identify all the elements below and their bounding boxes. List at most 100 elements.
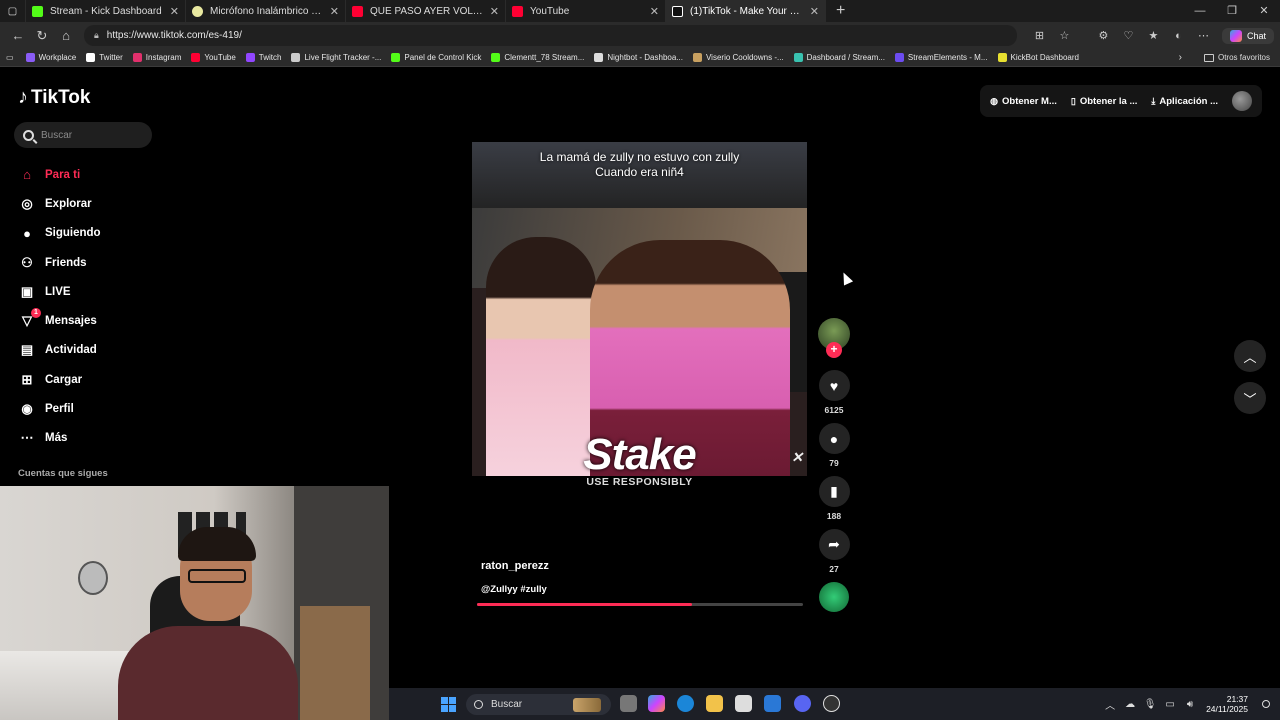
- sidebar-item-perfil[interactable]: ◉ Perfil: [18, 394, 101, 423]
- bookmarks-bar: ▭ Workplace Twitter Instagram YouTube Twitch…: [0, 49, 1280, 67]
- tab-youtube[interactable]: YouTube ✕: [506, 0, 666, 22]
- close-icon[interactable]: ✕: [810, 5, 819, 18]
- restore-button[interactable]: ❐: [1216, 0, 1248, 22]
- coin-icon: ◍: [990, 95, 998, 106]
- volume-icon[interactable]: 🔊︎: [1180, 699, 1200, 710]
- tab-tiktok[interactable]: (1)TikTok - Make Your Day ✕: [666, 0, 826, 22]
- minimize-button[interactable]: —: [1184, 0, 1216, 22]
- tab-microphone[interactable]: Micrófono Inalámbrico Lavalier H ✕: [186, 0, 346, 22]
- bookmark-item[interactable]: Nightbot - Dashboa...: [594, 53, 683, 62]
- chevron-right-icon[interactable]: ›: [1179, 52, 1182, 63]
- bookmark-item[interactable]: Instagram: [132, 53, 181, 62]
- get-coins-button[interactable]: ◍ Obtener M...: [990, 96, 1057, 107]
- bookmark-item[interactable]: Panel de Control Kick: [391, 53, 481, 62]
- bookmark-item[interactable]: Twitter: [86, 53, 123, 62]
- microphone-icon[interactable]: 🎙︎: [1140, 699, 1160, 710]
- sidebar-item-siguiendo[interactable]: ● Siguiendo: [18, 219, 101, 248]
- share-button[interactable]: ➦ 27: [818, 529, 850, 574]
- chevron-up-icon[interactable]: ︿: [1100, 697, 1120, 712]
- video-caption: La mamá de zully no estuvo con zully Cua…: [539, 150, 740, 179]
- sidebar-item-friends[interactable]: ⚇ Friends: [18, 248, 101, 277]
- sidebar-item-cargar[interactable]: ⊞ Cargar: [18, 365, 101, 394]
- sidebar-item-actividad[interactable]: ▤ Actividad: [18, 336, 101, 365]
- file-explorer-icon[interactable]: [706, 695, 723, 712]
- get-app-button[interactable]: ▯ Obtener la ...: [1071, 96, 1138, 107]
- bookmark-item[interactable]: Clementt_78 Stream...: [491, 53, 584, 62]
- other-favorites-link[interactable]: Otros favoritos: [1218, 53, 1270, 62]
- bookmark-item[interactable]: Viserio Cooldowns -...: [692, 53, 784, 62]
- url-field[interactable]: 🔒︎ https://www.tiktok.com/es-419/: [84, 25, 1017, 46]
- bookmark-item[interactable]: Live Flight Tracker -...: [291, 53, 381, 62]
- copilot-icon[interactable]: [648, 695, 665, 712]
- like-button[interactable]: ♥ 6125: [818, 370, 850, 415]
- next-video-button[interactable]: ﹀: [1234, 382, 1266, 414]
- obs-icon[interactable]: [823, 695, 840, 712]
- activity-icon: ▤: [20, 342, 34, 358]
- desktop-app-button[interactable]: ⤓ Aplicación ...: [1151, 96, 1218, 107]
- video-player[interactable]: La mamá de zully no estuvo con zully Cua…: [472, 142, 807, 476]
- lock-icon[interactable]: 🔒︎: [94, 30, 99, 41]
- tab-kick-dashboard[interactable]: Stream - Kick Dashboard ✕: [26, 0, 186, 22]
- windows-start-icon[interactable]: [441, 697, 456, 712]
- back-button[interactable]: ←: [6, 28, 30, 43]
- sidebar-item-más[interactable]: ⋯ Más: [18, 424, 101, 453]
- new-tab-button[interactable]: +: [826, 2, 855, 20]
- sidebar-item-explorar[interactable]: ◎ Explorar: [18, 189, 101, 218]
- video-description[interactable]: @Zullyy #zully: [481, 584, 547, 595]
- close-icon[interactable]: ✕: [170, 5, 179, 18]
- browser-essentials-icon[interactable]: ♡: [1116, 29, 1141, 42]
- notification-icon[interactable]: [1262, 700, 1270, 708]
- copilot-chat-button[interactable]: Chat: [1221, 27, 1274, 44]
- webcam-overlay: [0, 486, 389, 720]
- close-icon[interactable]: ✕: [330, 5, 339, 18]
- close-icon[interactable]: ✕: [650, 5, 659, 18]
- tab-youtube-mix[interactable]: QUE PASÓ AYER VOL 64 "MIX SA ✕: [346, 0, 506, 22]
- menu-icon[interactable]: ⋯: [1191, 29, 1216, 42]
- video-author[interactable]: raton_perezz: [481, 560, 549, 572]
- mail-icon[interactable]: [764, 695, 781, 712]
- close-window-button[interactable]: ✕: [1248, 0, 1280, 22]
- chevron-down-icon: ﹀: [1243, 391, 1257, 407]
- home-button[interactable]: ⌂: [54, 28, 78, 43]
- music-disc-icon[interactable]: [819, 582, 849, 612]
- previous-video-button[interactable]: ︿: [1234, 340, 1266, 372]
- favorite-star-icon[interactable]: ☆: [1052, 29, 1077, 42]
- sidebar-item-mensajes[interactable]: ▽ 1 Mensajes: [18, 306, 101, 335]
- bookmark-item[interactable]: Workplace: [25, 53, 76, 62]
- follow-plus-icon[interactable]: +: [826, 342, 842, 358]
- clock[interactable]: 21:37 24/11/2025: [1206, 694, 1248, 714]
- store-icon[interactable]: [735, 695, 752, 712]
- edge-icon[interactable]: [677, 695, 694, 712]
- creator-avatar[interactable]: +: [818, 318, 850, 358]
- bookmarks-toggle-icon[interactable]: ▭: [6, 53, 14, 62]
- bookmark-item[interactable]: StreamElements - M...: [894, 53, 988, 62]
- comment-button[interactable]: ● 79: [818, 423, 850, 468]
- save-button[interactable]: ▮ 188: [818, 476, 850, 521]
- tiktok-note-icon: ♪: [18, 86, 28, 108]
- bookmark-item[interactable]: Dashboard / Stream...: [793, 53, 885, 62]
- streamer: [118, 527, 298, 720]
- user-avatar[interactable]: [1232, 91, 1252, 111]
- collections-icon[interactable]: ★: [1141, 29, 1166, 42]
- sidebar-item-para-ti[interactable]: ⌂ Para ti: [18, 160, 101, 189]
- close-icon[interactable]: ✕: [490, 5, 499, 18]
- extensions-icon[interactable]: ⚙: [1091, 29, 1116, 42]
- taskbar-search[interactable]: Buscar: [466, 694, 611, 715]
- profile-icon[interactable]: ◐: [1166, 30, 1191, 42]
- bookmark-item[interactable]: Twitch: [245, 53, 281, 62]
- sponsor-overlay: Stake USE RESPONSIBLY: [472, 430, 807, 488]
- task-view-icon[interactable]: [620, 695, 637, 712]
- cloud-icon[interactable]: ☁: [1120, 699, 1140, 710]
- search-input[interactable]: Buscar: [14, 122, 152, 148]
- tiktok-logo[interactable]: ♪ TikTok: [18, 86, 90, 109]
- video-progress-bar[interactable]: [477, 603, 803, 606]
- tab-actions-button[interactable]: ▢: [0, 0, 26, 22]
- app-available-icon[interactable]: ⊞: [1027, 29, 1052, 42]
- discord-icon[interactable]: [794, 695, 811, 712]
- bookmark-item[interactable]: KickBot Dashboard: [997, 53, 1079, 62]
- refresh-button[interactable]: ↻: [30, 28, 54, 44]
- bookmark-item[interactable]: YouTube: [191, 53, 236, 62]
- network-icon[interactable]: ▭: [1160, 699, 1180, 710]
- bookmark-favicon-icon: [391, 53, 401, 62]
- sidebar-item-live[interactable]: ▣ LIVE: [18, 277, 101, 306]
